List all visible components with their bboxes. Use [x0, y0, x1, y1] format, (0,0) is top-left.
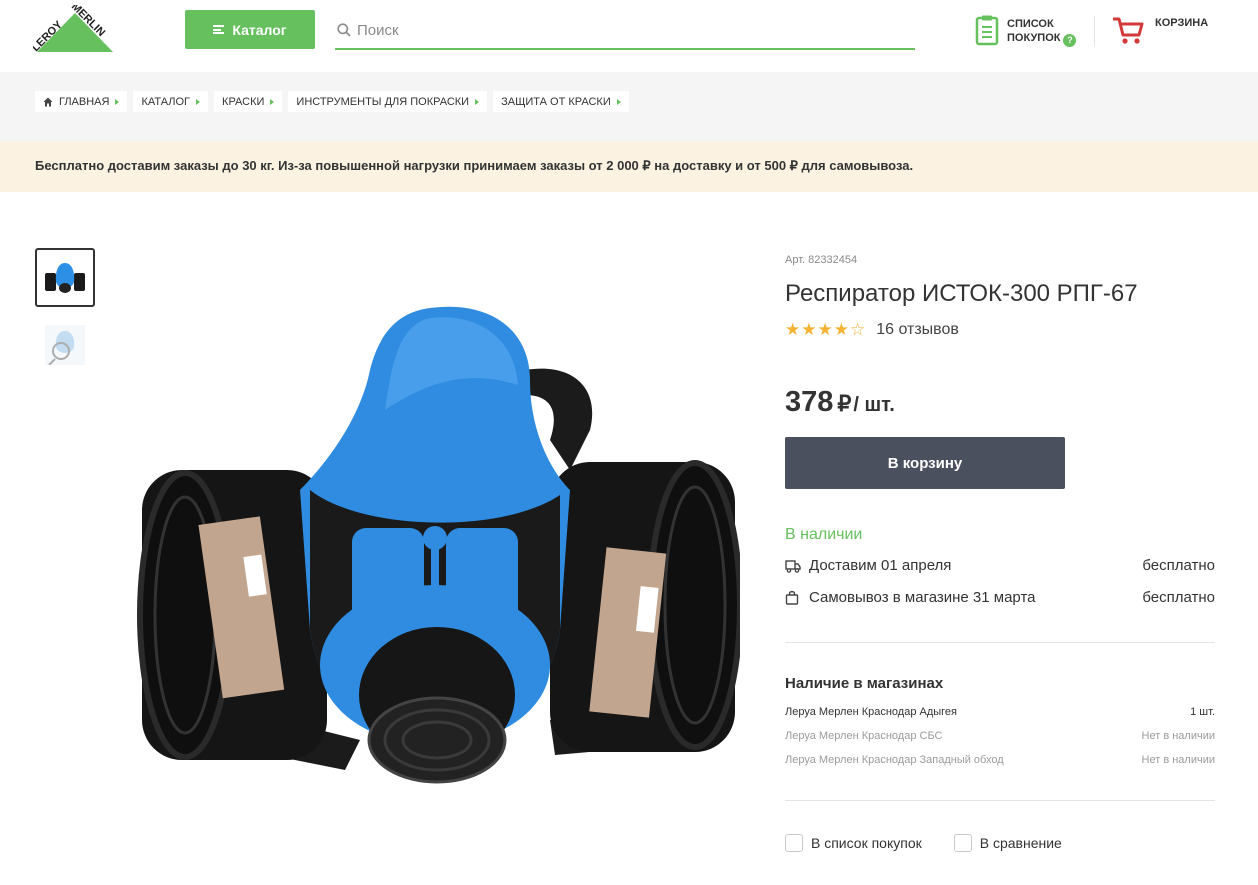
- breadcrumb-label: КАТАЛОГ: [141, 95, 191, 108]
- cart-label: КОРЗИНА: [1155, 17, 1209, 29]
- store-qty: Нет в наличии: [1141, 730, 1215, 742]
- stores-heading: Наличие в магазинах: [785, 675, 944, 692]
- cart-link[interactable]: КОРЗИНА: [1111, 14, 1208, 46]
- search-bar: [335, 12, 915, 50]
- cart-icon: [1113, 17, 1144, 44]
- price-value: 378: [785, 386, 834, 418]
- delivery-text: Доставим 01 апреля: [809, 557, 952, 574]
- divider: [785, 642, 1215, 643]
- compare-label: В сравнение: [979, 835, 1062, 851]
- header-divider: [1094, 16, 1095, 46]
- gallery-thumbnail-active[interactable]: [35, 248, 95, 307]
- add-to-list-checkbox[interactable]: В список покупок: [785, 834, 922, 852]
- checkbox-icon[interactable]: [785, 834, 803, 852]
- catalog-button-label: Каталог: [232, 21, 287, 38]
- breadcrumb-label: КРАСКИ: [222, 95, 265, 108]
- shopping-list-link[interactable]: СПИСОК ПОКУПОК?: [975, 14, 1077, 50]
- chevron-right-icon: [270, 98, 275, 105]
- pickup-option: Самовывоз в магазине 31 марта бесплатно: [785, 589, 1215, 606]
- product-rating: ★★★★☆ 16 отзывов: [785, 320, 959, 340]
- breadcrumb-label: ГЛАВНАЯ: [59, 95, 110, 108]
- breadcrumb-paints[interactable]: КРАСКИ: [214, 91, 283, 112]
- price-currency: ₽: [837, 391, 852, 416]
- store-qty: Нет в наличии: [1141, 754, 1215, 766]
- truck-icon: [785, 559, 801, 573]
- chevron-right-icon: [115, 98, 120, 105]
- add-to-cart-button[interactable]: В корзину: [785, 437, 1065, 489]
- chevron-right-icon: [616, 98, 621, 105]
- store-row: Леруа Мерлен Краснодар Западный обход Не…: [785, 754, 1215, 766]
- rating-stars-icon[interactable]: ★★★★☆: [785, 320, 866, 340]
- price-unit: / шт.: [853, 394, 895, 416]
- store-name: Леруа Мерлен Краснодар Западный обход: [785, 754, 1004, 766]
- store-qty: 1 шт.: [1190, 706, 1215, 718]
- checkbox-icon[interactable]: [953, 834, 972, 852]
- breadcrumb-paint-protection[interactable]: ЗАЩИТА ОТ КРАСКИ: [493, 91, 629, 112]
- catalog-button[interactable]: Каталог: [185, 10, 315, 49]
- breadcrumb-catalog[interactable]: КАТАЛОГ: [133, 91, 209, 112]
- divider: [785, 800, 1215, 801]
- search-input[interactable]: [357, 21, 897, 39]
- breadcrumb-paint-tools[interactable]: ИНСТРУМЕНТЫ ДЛЯ ПОКРАСКИ: [288, 91, 488, 112]
- notice-text: Бесплатно доставим заказы до 30 кг. Из-з…: [35, 158, 914, 173]
- pickup-cost: бесплатно: [1142, 589, 1215, 606]
- site-header: LEROY MERLIN Каталог СПИСОК ПОКУПОК? КОР…: [0, 0, 1258, 72]
- delivery-option: Доставим 01 апреля бесплатно: [785, 557, 1215, 574]
- gallery-thumbnail[interactable]: [45, 325, 85, 365]
- leroy-merlin-logo[interactable]: LEROY MERLIN: [33, 5, 117, 57]
- product-article: Арт. 82332454: [785, 254, 858, 266]
- search-icon[interactable]: [337, 23, 351, 37]
- compare-checkbox[interactable]: В сравнение: [953, 834, 1062, 852]
- product-actions: В список покупок В сравнение: [785, 834, 1062, 852]
- store-row: Леруа Мерлен Краснодар СБС Нет в наличии: [785, 730, 1215, 742]
- breadcrumb-label: ИНСТРУМЕНТЫ ДЛЯ ПОКРАСКИ: [296, 95, 470, 108]
- menu-icon: [213, 25, 225, 34]
- pickup-text: Самовывоз в магазине 31 марта: [809, 589, 1036, 606]
- delivery-cost: бесплатно: [1142, 557, 1215, 574]
- help-badge[interactable]: ?: [1063, 34, 1077, 47]
- respirator-thumbnail-image: [45, 262, 85, 293]
- shopping-list-label: СПИСОК ПОКУПОК?: [1007, 17, 1077, 47]
- breadcrumb-label: ЗАЩИТА ОТ КРАСКИ: [501, 95, 611, 108]
- product-main-image: [137, 306, 740, 784]
- home-icon: [43, 97, 53, 106]
- reviews-link[interactable]: 16 отзывов: [876, 321, 959, 339]
- bag-icon: [785, 590, 801, 605]
- breadcrumb-home[interactable]: ГЛАВНАЯ: [35, 91, 128, 112]
- breadcrumb: ГЛАВНАЯ КАТАЛОГ КРАСКИ ИНСТРУМЕНТЫ ДЛЯ П…: [35, 91, 629, 112]
- product-title: Респиратор ИСТОК-300 РПГ-67: [785, 280, 1138, 307]
- chevron-right-icon: [475, 98, 480, 105]
- store-name: Леруа Мерлен Краснодар СБС: [785, 730, 943, 742]
- store-row: Леруа Мерлен Краснодар Адыгея 1 шт.: [785, 706, 1215, 718]
- stock-status: В наличии: [785, 526, 863, 543]
- store-name: Леруа Мерлен Краснодар Адыгея: [785, 706, 958, 718]
- add-to-list-label: В список покупок: [811, 835, 922, 851]
- delivery-notice-banner: Бесплатно доставим заказы до 30 кг. Из-з…: [0, 141, 1258, 192]
- clipboard-list-icon: [975, 15, 999, 46]
- product-price: 378 ₽ / шт.: [785, 386, 895, 419]
- chevron-right-icon: [196, 98, 201, 105]
